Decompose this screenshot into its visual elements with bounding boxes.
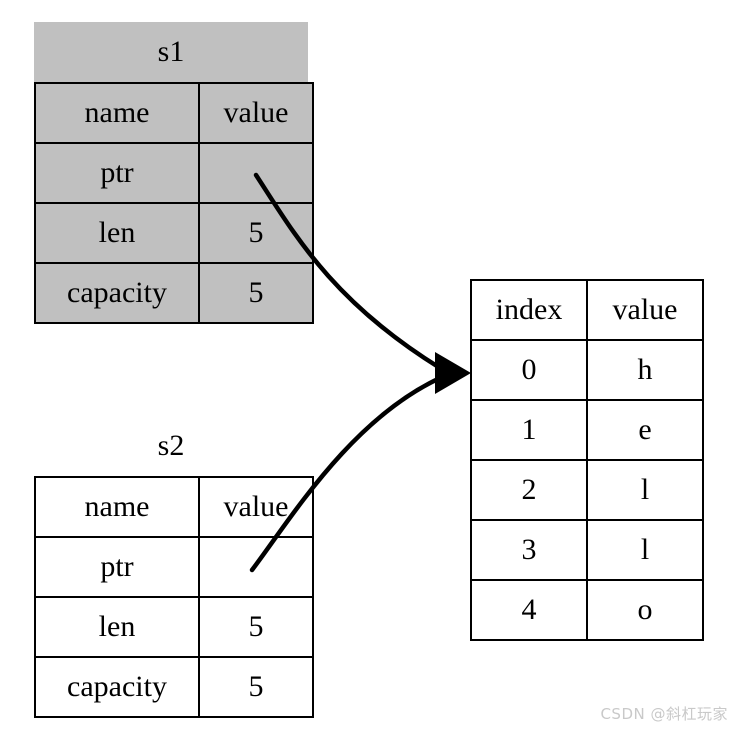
heap-row-1-index: 1 <box>470 399 588 461</box>
heap-row-0-index: 0 <box>470 339 588 401</box>
heap-table: index value 0 h 1 e 2 l 3 l 4 o <box>470 279 704 641</box>
table-row: 1 e <box>470 399 704 461</box>
heap-row-4-index: 4 <box>470 579 588 641</box>
s2-row-2-name: capacity <box>34 656 200 718</box>
table-row: len 5 <box>34 596 314 658</box>
heap-header-index: index <box>470 279 588 341</box>
struct-table-s2: name value ptr len 5 capacity 5 <box>34 476 314 718</box>
s1-row-2-name: capacity <box>34 262 200 324</box>
arrowhead-icon <box>435 352 471 394</box>
table-row: 2 l <box>470 459 704 521</box>
table-row: ptr <box>34 536 314 598</box>
s1-row-0-value <box>198 142 314 204</box>
table-row: ptr <box>34 142 314 204</box>
s1-row-1-name: len <box>34 202 200 264</box>
struct-block-s2: s2 name value ptr len 5 capacity 5 <box>34 416 314 718</box>
struct-table-s1: name value ptr len 5 capacity 5 <box>34 82 314 324</box>
table-row: name value <box>34 476 314 538</box>
table-row: 4 o <box>470 579 704 641</box>
table-row: len 5 <box>34 202 314 264</box>
heap-table-block: index value 0 h 1 e 2 l 3 l 4 o <box>470 279 704 641</box>
heap-row-0-value: h <box>586 339 704 401</box>
s2-row-0-name: ptr <box>34 536 200 598</box>
table-row: capacity 5 <box>34 262 314 324</box>
s1-header-name: name <box>34 82 200 144</box>
struct-block-s1: s1 name value ptr len 5 capacity 5 <box>34 22 314 324</box>
diagram-canvas: s1 name value ptr len 5 capacity 5 s2 na… <box>0 0 736 742</box>
csdn-watermark: CSDN @斜杠玩家 <box>600 705 728 723</box>
table-row: index value <box>470 279 704 341</box>
struct-title-s1: s1 <box>34 22 308 82</box>
heap-row-3-index: 3 <box>470 519 588 581</box>
heap-row-2-value: l <box>586 459 704 521</box>
s2-header-value: value <box>198 476 314 538</box>
struct-title-s2: s2 <box>157 429 185 462</box>
s1-row-0-name: ptr <box>34 142 200 204</box>
heap-row-3-value: l <box>586 519 704 581</box>
s2-row-1-name: len <box>34 596 200 658</box>
table-row: 3 l <box>470 519 704 581</box>
s1-row-2-value: 5 <box>198 262 314 324</box>
s2-row-2-value: 5 <box>198 656 314 718</box>
s1-row-1-value: 5 <box>198 202 314 264</box>
s2-row-0-value <box>198 536 314 598</box>
s2-header-name: name <box>34 476 200 538</box>
table-row: name value <box>34 82 314 144</box>
heap-row-1-value: e <box>586 399 704 461</box>
heap-row-4-value: o <box>586 579 704 641</box>
s2-row-1-value: 5 <box>198 596 314 658</box>
heap-header-value: value <box>586 279 704 341</box>
s1-header-value: value <box>198 82 314 144</box>
heap-row-2-index: 2 <box>470 459 588 521</box>
table-row: capacity 5 <box>34 656 314 718</box>
table-row: 0 h <box>470 339 704 401</box>
